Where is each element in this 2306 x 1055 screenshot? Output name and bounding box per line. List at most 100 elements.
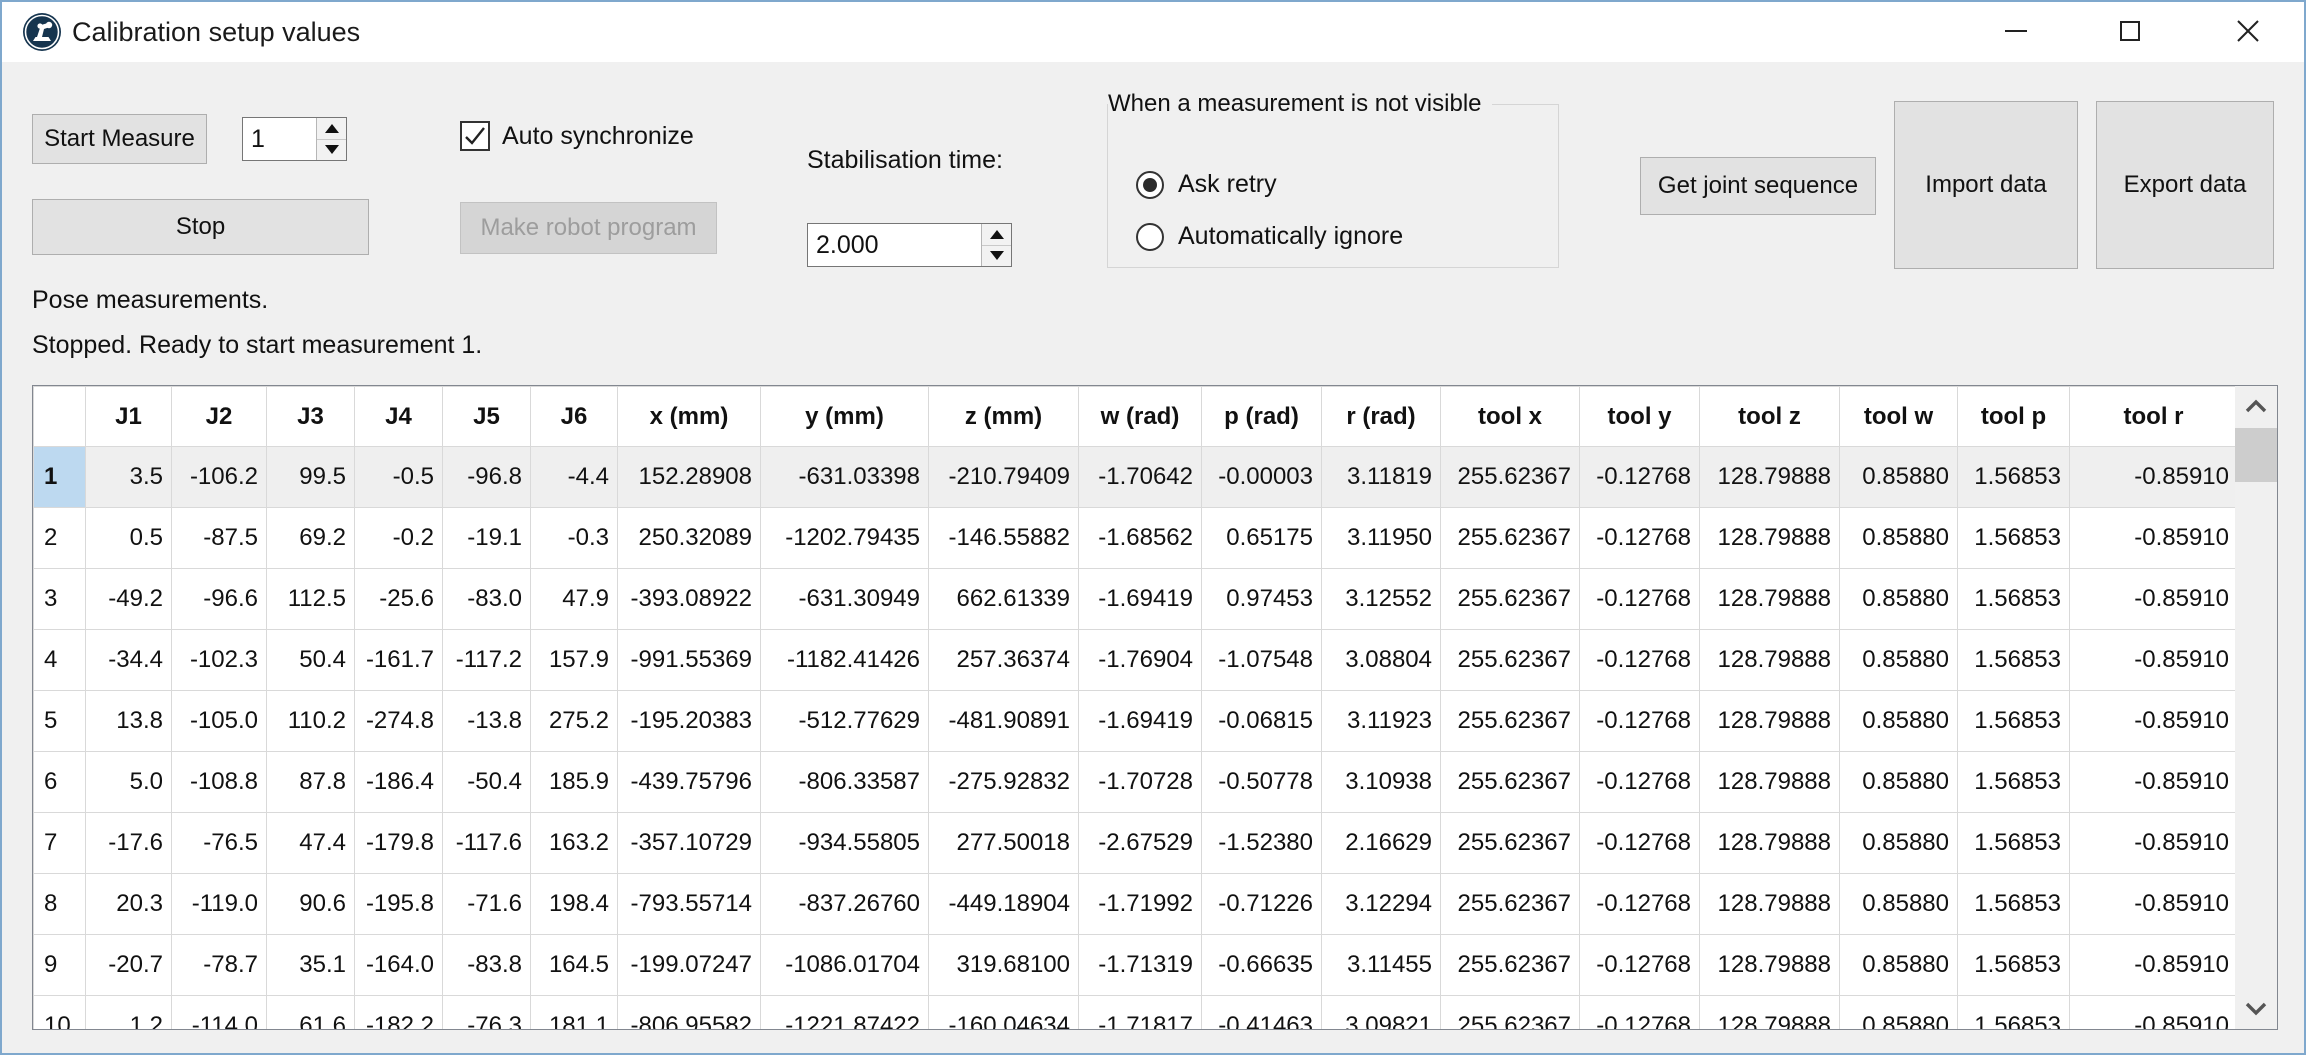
table-cell[interactable]: 1.56853 — [1958, 691, 2070, 752]
table-cell[interactable]: -1.76904 — [1079, 630, 1202, 691]
row-number[interactable]: 9 — [34, 935, 86, 996]
auto-synchronize-checkbox-row[interactable]: Auto synchronize — [460, 121, 694, 151]
table-cell[interactable]: -83.0 — [443, 569, 531, 630]
table-cell[interactable]: -0.06815 — [1202, 691, 1322, 752]
import-data-button[interactable]: Import data — [1894, 101, 2078, 269]
table-cell[interactable]: 255.62367 — [1441, 996, 1580, 1030]
table-cell[interactable]: 47.4 — [267, 813, 355, 874]
table-cell[interactable]: -1182.41426 — [761, 630, 929, 691]
table-cell[interactable]: 0.85880 — [1840, 508, 1958, 569]
table-cell[interactable]: -0.85910 — [2070, 569, 2236, 630]
row-number[interactable]: 3 — [34, 569, 86, 630]
table-cell[interactable]: -0.85910 — [2070, 996, 2236, 1030]
table-cell[interactable]: -1202.79435 — [761, 508, 929, 569]
table-cell[interactable]: 255.62367 — [1441, 691, 1580, 752]
table-cell[interactable]: 152.28908 — [618, 447, 761, 508]
table-cell[interactable]: -105.0 — [172, 691, 267, 752]
table-cell[interactable]: 157.9 — [531, 630, 618, 691]
row-number[interactable]: 6 — [34, 752, 86, 813]
table-cell[interactable]: 3.12552 — [1322, 569, 1441, 630]
table-cell[interactable]: 128.79888 — [1700, 569, 1840, 630]
table-cell[interactable]: 255.62367 — [1441, 630, 1580, 691]
table-cell[interactable]: -0.85910 — [2070, 935, 2236, 996]
automatically-ignore-radio[interactable] — [1136, 223, 1164, 251]
maximize-button[interactable] — [2095, 2, 2165, 60]
table-cell[interactable]: -1.71319 — [1079, 935, 1202, 996]
table-cell[interactable]: 3.5 — [86, 447, 172, 508]
table-cell[interactable]: -20.7 — [86, 935, 172, 996]
stabilisation-up-button[interactable] — [982, 224, 1011, 246]
table-cell[interactable]: 319.68100 — [929, 935, 1079, 996]
ask-retry-radio[interactable] — [1136, 171, 1164, 199]
table-cell[interactable]: -199.07247 — [618, 935, 761, 996]
table-cell[interactable]: 0.85880 — [1840, 447, 1958, 508]
table-cell[interactable]: 128.79888 — [1700, 874, 1840, 935]
table-cell[interactable]: -806.33587 — [761, 752, 929, 813]
table-cell[interactable]: -195.20383 — [618, 691, 761, 752]
table-cell[interactable]: 0.97453 — [1202, 569, 1322, 630]
table-cell[interactable]: 0.85880 — [1840, 752, 1958, 813]
table-cell[interactable]: -210.79409 — [929, 447, 1079, 508]
row-number[interactable]: 4 — [34, 630, 86, 691]
scrollbar-thumb[interactable] — [2235, 428, 2277, 482]
table-cell[interactable]: 128.79888 — [1700, 813, 1840, 874]
table-cell[interactable]: -449.18904 — [929, 874, 1079, 935]
table-cell[interactable]: 128.79888 — [1700, 691, 1840, 752]
table-cell[interactable]: 1.56853 — [1958, 996, 2070, 1030]
table-cell[interactable]: -1.07548 — [1202, 630, 1322, 691]
table-cell[interactable]: -119.0 — [172, 874, 267, 935]
stabilisation-time-value[interactable]: 2.000 — [808, 224, 981, 266]
table-cell[interactable]: -0.12768 — [1580, 508, 1700, 569]
table-cell[interactable]: 3.11455 — [1322, 935, 1441, 996]
close-button[interactable] — [2213, 2, 2283, 60]
ask-retry-radio-row[interactable]: Ask retry — [1136, 170, 1277, 199]
table-cell[interactable]: -0.85910 — [2070, 874, 2236, 935]
table-cell[interactable]: -275.92832 — [929, 752, 1079, 813]
table-cell[interactable]: -96.6 — [172, 569, 267, 630]
table-cell[interactable]: -50.4 — [443, 752, 531, 813]
column-header[interactable]: tool p — [1958, 387, 2070, 447]
table-cell[interactable]: -393.08922 — [618, 569, 761, 630]
table-cell[interactable]: -76.3 — [443, 996, 531, 1030]
table-cell[interactable]: 99.5 — [267, 447, 355, 508]
table-cell[interactable]: 0.85880 — [1840, 691, 1958, 752]
table-cell[interactable]: -1.69419 — [1079, 569, 1202, 630]
table-cell[interactable]: -164.0 — [355, 935, 443, 996]
table-cell[interactable]: -934.55805 — [761, 813, 929, 874]
table-cell[interactable]: 0.65175 — [1202, 508, 1322, 569]
table-cell[interactable]: 0.85880 — [1840, 874, 1958, 935]
table-cell[interactable]: 181.1 — [531, 996, 618, 1030]
table-cell[interactable]: 128.79888 — [1700, 935, 1840, 996]
table-cell[interactable]: -83.8 — [443, 935, 531, 996]
column-header[interactable]: J6 — [531, 387, 618, 447]
table-cell[interactable]: 3.12294 — [1322, 874, 1441, 935]
table-cell[interactable]: -71.6 — [443, 874, 531, 935]
column-header[interactable]: z (mm) — [929, 387, 1079, 447]
table-cell[interactable]: -25.6 — [355, 569, 443, 630]
table-cell[interactable]: 0.5 — [86, 508, 172, 569]
table-cell[interactable]: -0.12768 — [1580, 630, 1700, 691]
table-cell[interactable]: -631.03398 — [761, 447, 929, 508]
table-cell[interactable]: -0.50778 — [1202, 752, 1322, 813]
table-cell[interactable]: 1.56853 — [1958, 508, 2070, 569]
table-cell[interactable]: -117.2 — [443, 630, 531, 691]
column-header[interactable]: w (rad) — [1079, 387, 1202, 447]
column-header[interactable]: p (rad) — [1202, 387, 1322, 447]
table-cell[interactable]: 3.09821 — [1322, 996, 1441, 1030]
table-cell[interactable]: -114.0 — [172, 996, 267, 1030]
column-header[interactable]: J5 — [443, 387, 531, 447]
get-joint-sequence-button[interactable]: Get joint sequence — [1640, 157, 1876, 215]
table-row[interactable]: 820.3-119.090.6-195.8-71.6198.4-793.5571… — [34, 874, 2236, 935]
column-header[interactable]: tool r — [2070, 387, 2236, 447]
table-cell[interactable]: 3.10938 — [1322, 752, 1441, 813]
table-cell[interactable]: -96.8 — [443, 447, 531, 508]
table-row[interactable]: 3-49.2-96.6112.5-25.6-83.047.9-393.08922… — [34, 569, 2236, 630]
table-cell[interactable]: -837.26760 — [761, 874, 929, 935]
table-cell[interactable]: 255.62367 — [1441, 752, 1580, 813]
table-cell[interactable]: 198.4 — [531, 874, 618, 935]
table-cell[interactable]: 128.79888 — [1700, 996, 1840, 1030]
row-number[interactable]: 2 — [34, 508, 86, 569]
table-cell[interactable]: -0.12768 — [1580, 447, 1700, 508]
table-cell[interactable]: -481.90891 — [929, 691, 1079, 752]
table-cell[interactable]: 69.2 — [267, 508, 355, 569]
